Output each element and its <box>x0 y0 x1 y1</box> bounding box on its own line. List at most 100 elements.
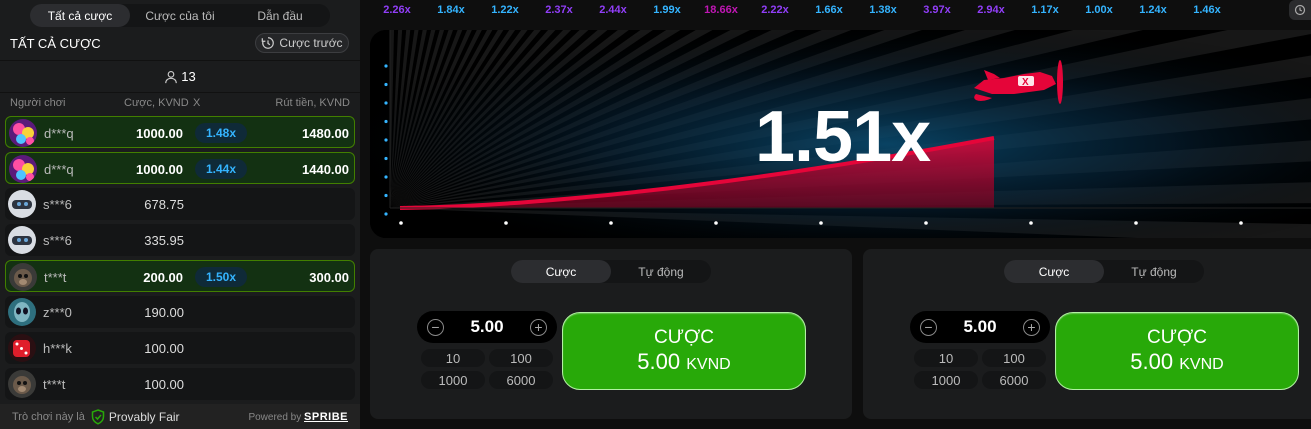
bet-amount: 1000.00 <box>136 162 183 177</box>
player-name: d***q <box>44 126 74 141</box>
quick-amount-1000[interactable]: 1000 <box>421 371 485 389</box>
provably-fair-text: Provably Fair <box>108 409 180 424</box>
bet-amount: 190.00 <box>144 305 184 320</box>
tab-bet[interactable]: Cược <box>1004 260 1104 283</box>
x-axis-dot <box>714 221 718 225</box>
history-multiplier[interactable]: 1.46x <box>1180 4 1234 16</box>
history-clock-icon <box>1294 4 1306 16</box>
player-count-value: 13 <box>181 69 196 84</box>
y-axis-dot <box>384 119 388 124</box>
increase-button[interactable]: + <box>1023 319 1040 336</box>
history-multiplier[interactable]: 2.44x <box>586 4 640 16</box>
provably-fair-badge[interactable]: Provably Fair <box>91 408 180 425</box>
place-bet-button[interactable]: CƯỢC 5.00 KVND <box>1055 312 1299 390</box>
bet-row: s***6 335.95 <box>5 224 355 256</box>
col-header-bet: Cược, KVND <box>124 97 189 109</box>
player-name: h***k <box>43 341 72 356</box>
tab-top[interactable]: Dẫn đầu <box>230 4 330 27</box>
quick-amount-6000[interactable]: 6000 <box>982 371 1046 389</box>
tab-bet[interactable]: Cược <box>511 260 611 283</box>
history-multiplier[interactable]: 2.22x <box>748 4 802 16</box>
history-multiplier[interactable]: 1.24x <box>1126 4 1180 16</box>
history-multiplier[interactable]: 2.37x <box>532 4 586 16</box>
game-canvas: X 1.51x <box>370 30 1311 238</box>
current-multiplier: 1.51x <box>755 97 931 177</box>
player-name: s***6 <box>43 233 72 248</box>
history-multiplier[interactable]: 2.94x <box>964 4 1018 16</box>
bet-row: z***0 190.00 <box>5 296 355 328</box>
history-multiplier[interactable]: 1.17x <box>1018 4 1072 16</box>
player-name: d***q <box>44 162 74 177</box>
bet-button-amount: 5.00 KVND <box>1130 349 1223 375</box>
bet-button-amount: 5.00 KVND <box>637 349 730 375</box>
history-multiplier[interactable]: 3.97x <box>910 4 964 16</box>
bet-amount: 100.00 <box>144 341 184 356</box>
player-name: s***6 <box>43 197 72 212</box>
tab-auto[interactable]: Tự động <box>611 260 711 283</box>
col-header-player: Người chơi <box>10 97 66 109</box>
bet-row: d***q 1000.00 1.44x 1440.00 <box>5 152 355 184</box>
history-multiplier[interactable]: 1.84x <box>424 4 478 16</box>
provably-fair-label: Trò chơi này là <box>12 410 85 423</box>
cashout-amount: 300.00 <box>309 270 349 285</box>
bet-amount-stepper: − 5.00 + <box>417 311 557 343</box>
y-axis-dot <box>384 212 388 216</box>
cashout-amount: 1480.00 <box>302 126 349 141</box>
bets-tabs: Tất cả cược Cược của tôi Dẫn đầu <box>30 4 330 27</box>
x-axis-dot <box>1239 221 1243 225</box>
bet-panel-2: Cược Tự động − 5.00 + 10 100 1000 6000 C… <box>863 249 1311 419</box>
quick-amount-100[interactable]: 100 <box>489 349 553 367</box>
history-multiplier[interactable]: 1.22x <box>478 4 532 16</box>
bet-button-currency: KVND <box>686 356 731 373</box>
history-multiplier[interactable]: 1.00x <box>1072 4 1126 16</box>
spribe-logo: SPRIBE <box>304 411 348 423</box>
bets-sidebar: Tất cả cược Cược của tôi Dẫn đầu TẤT CẢ … <box>0 0 360 429</box>
history-multiplier[interactable]: 2.26x <box>370 4 424 16</box>
history-multiplier[interactable]: 18.66x <box>694 4 748 16</box>
x-axis-dot <box>504 221 508 225</box>
bet-row: s***6 678.75 <box>5 188 355 220</box>
quick-amount-10[interactable]: 10 <box>421 349 485 367</box>
y-axis-dot <box>384 175 388 179</box>
bet-amount: 1000.00 <box>136 126 183 141</box>
place-bet-button[interactable]: CƯỢC 5.00 KVND <box>562 312 806 390</box>
cashout-amount: 1440.00 <box>302 162 349 177</box>
x-axis-dot <box>1134 221 1138 225</box>
y-axis-dot <box>384 193 388 198</box>
history-multiplier[interactable]: 1.66x <box>802 4 856 16</box>
quick-amount-100[interactable]: 100 <box>982 349 1046 367</box>
monkey-avatar <box>8 370 36 398</box>
multiplier-history: 2.26x 1.84x 1.22x 2.37x 2.44x 1.99x 18.66x 2.22… <box>370 0 1311 20</box>
previous-bets-button[interactable]: Cược trước <box>255 33 349 53</box>
powered-by: Powered by SPRIBE <box>248 411 348 423</box>
y-axis-dot <box>384 156 388 161</box>
vr-headset-avatar <box>8 226 36 254</box>
quick-amount-6000[interactable]: 6000 <box>489 371 553 389</box>
bet-mode-tabs: Cược Tự động <box>1004 260 1204 283</box>
cashout-multiplier: 1.50x <box>195 267 247 287</box>
powered-by-label: Powered by <box>248 412 302 423</box>
bet-amount: 678.75 <box>144 197 184 212</box>
bet-button-value: 5.00 <box>637 349 681 374</box>
bet-panel-1: Cược Tự động − 5.00 + 10 100 1000 6000 C… <box>370 249 852 419</box>
x-axis-dot <box>924 221 928 225</box>
dice-avatar <box>8 334 36 362</box>
col-header-mult: X <box>193 97 201 109</box>
history-multiplier[interactable]: 1.99x <box>640 4 694 16</box>
player-count: 13 <box>0 60 360 93</box>
quick-amount-10[interactable]: 10 <box>914 349 978 367</box>
history-toggle[interactable] <box>1289 0 1311 20</box>
bet-amount-stepper: − 5.00 + <box>910 311 1050 343</box>
x-axis-dot <box>1029 221 1033 225</box>
cashout-multiplier: 1.44x <box>195 159 247 179</box>
history-multiplier[interactable]: 1.38x <box>856 4 910 16</box>
increase-button[interactable]: + <box>530 319 547 336</box>
tab-all-bets[interactable]: Tất cả cược <box>30 4 130 27</box>
tab-my-bets[interactable]: Cược của tôi <box>130 4 230 27</box>
svg-text:X: X <box>1022 77 1029 88</box>
bet-row: t***t 200.00 1.50x 300.00 <box>5 260 355 292</box>
quick-amount-1000[interactable]: 1000 <box>914 371 978 389</box>
tab-auto[interactable]: Tự động <box>1104 260 1204 283</box>
bet-amount: 100.00 <box>144 377 184 392</box>
bet-row: d***q 1000.00 1.48x 1480.00 <box>5 116 355 148</box>
